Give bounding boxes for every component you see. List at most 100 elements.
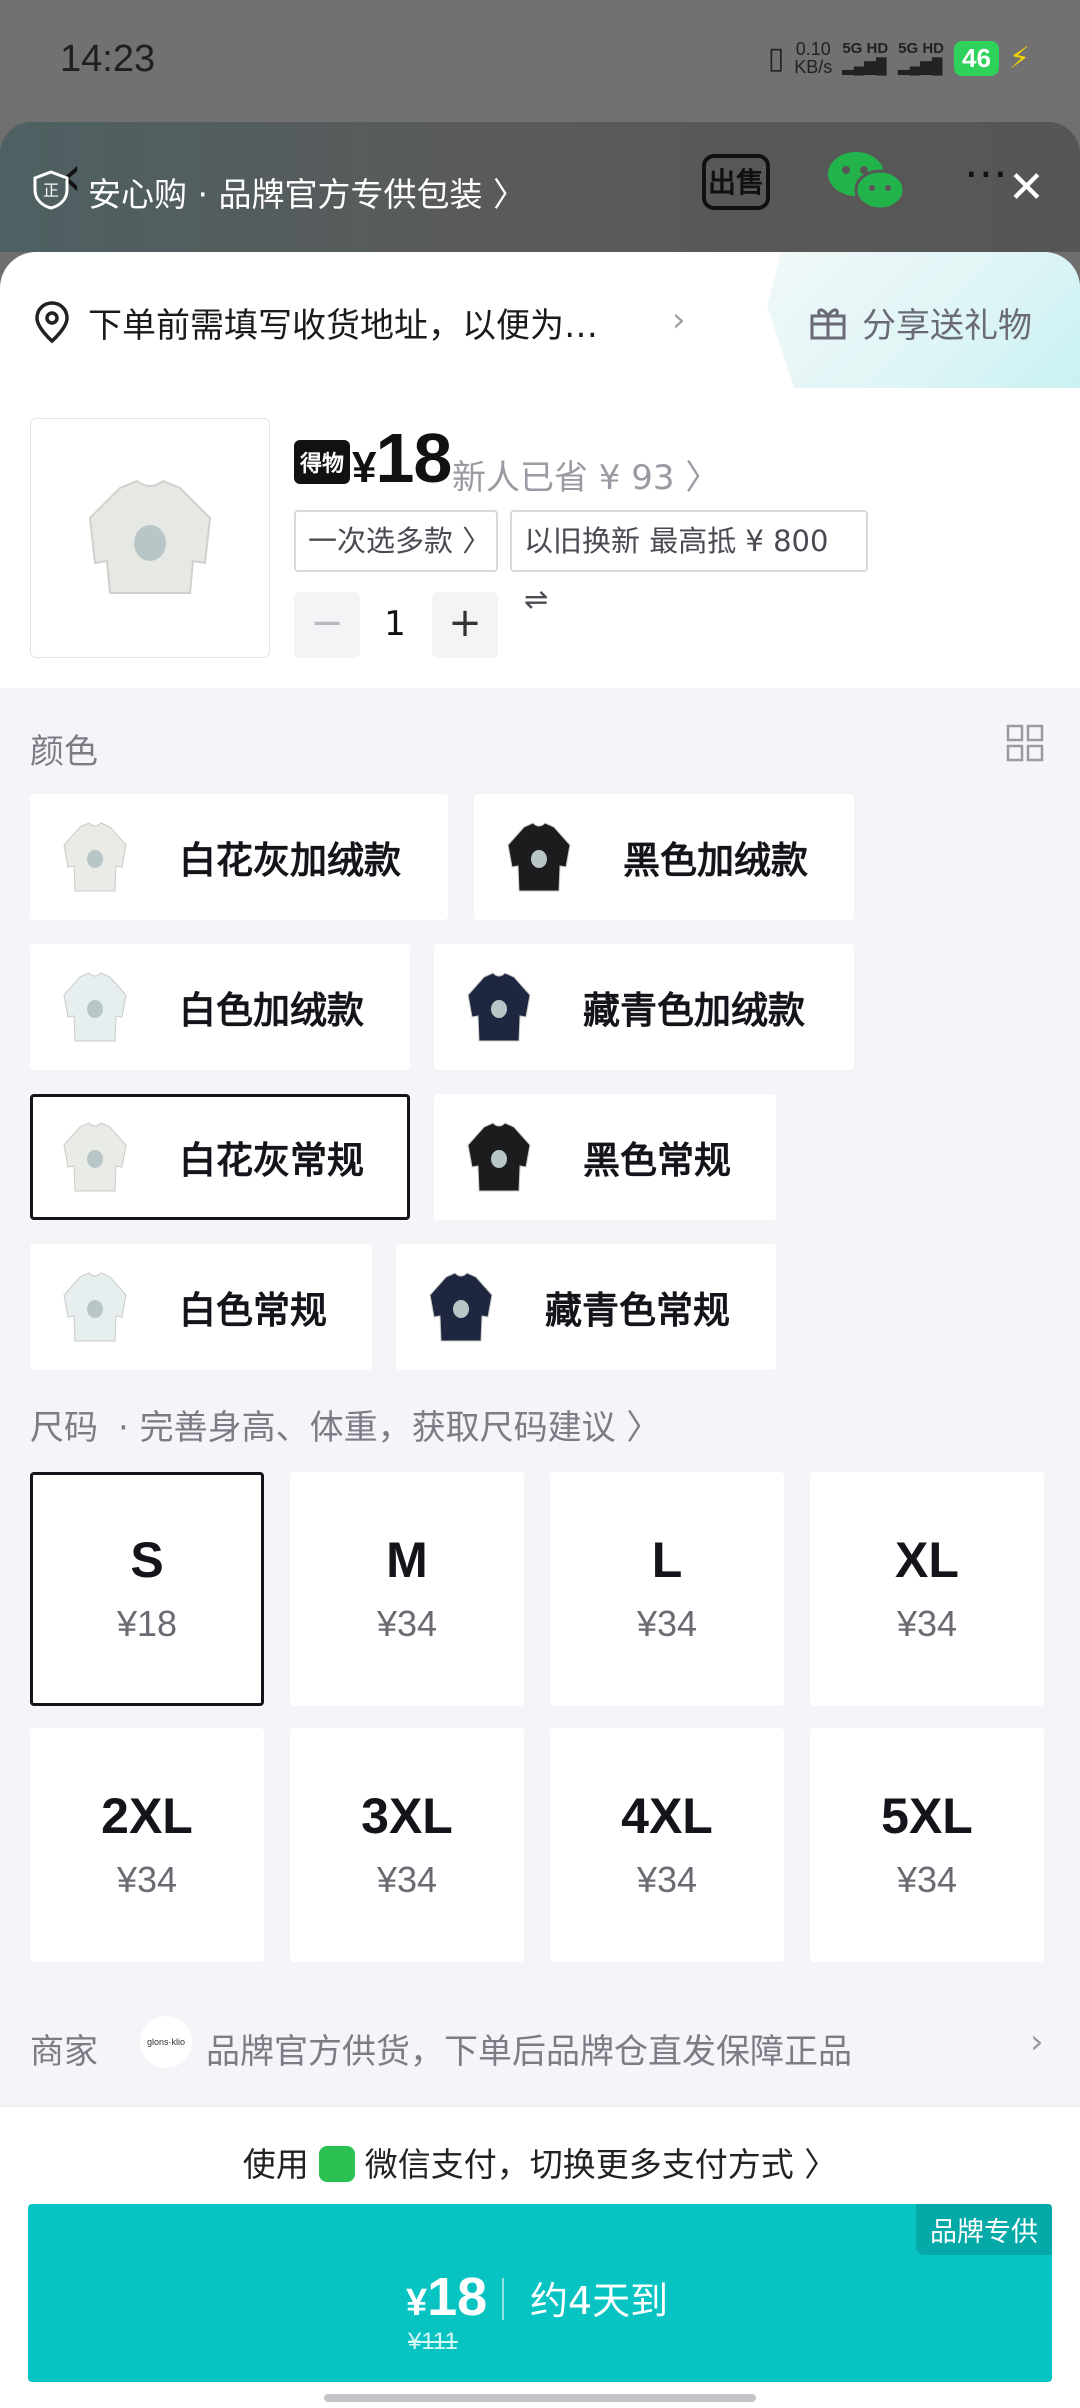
network-speed-value: 0.10 bbox=[795, 39, 831, 59]
size-price: ¥34 bbox=[376, 1603, 438, 1644]
signal-icon-2: 5G HD ▂▄▆█ bbox=[898, 40, 944, 75]
size-label: 3XL bbox=[361, 1788, 453, 1844]
sweatshirt-image bbox=[88, 479, 212, 594]
color-swatch-image bbox=[55, 962, 135, 1052]
address-prompt[interactable]: 下单前需填写收货地址，以便为… bbox=[88, 298, 598, 347]
size-label: S bbox=[130, 1532, 164, 1588]
color-option[interactable]: 白花灰常规 bbox=[30, 1094, 410, 1220]
signal-icon-1: 5G HD ▂▄▆█ bbox=[842, 40, 889, 75]
size-option[interactable]: 4XL ¥34 bbox=[550, 1728, 784, 1962]
dewu-badge: 得物 bbox=[294, 440, 351, 484]
quantity-increase-button[interactable]: + bbox=[432, 592, 498, 658]
size-option[interactable]: 2XL ¥34 bbox=[30, 1728, 264, 1962]
size-price: ¥34 bbox=[636, 1859, 698, 1900]
color-option-label: 白色加绒款 bbox=[179, 989, 364, 1032]
color-option[interactable]: 藏青色常规 bbox=[396, 1244, 776, 1370]
size-price: ¥34 bbox=[376, 1859, 438, 1900]
color-option-label: 黑色加绒款 bbox=[623, 839, 808, 882]
color-option[interactable]: 白花灰加绒款 bbox=[30, 794, 448, 920]
status-time: 14:23 bbox=[60, 38, 156, 80]
buy-currency: ¥ bbox=[406, 2282, 428, 2324]
seller-logo: glons·klio bbox=[140, 2016, 192, 2068]
signal-label-1: 5G HD bbox=[842, 40, 889, 57]
charging-icon: ⚡ bbox=[1008, 40, 1030, 76]
network-speed-unit: KB/s bbox=[794, 57, 833, 77]
size-section-label: 尺码 bbox=[30, 1408, 98, 1448]
payment-method-text: 微信支付，切换更多支付方式 〉 bbox=[364, 2145, 838, 2184]
size-label: 5XL bbox=[881, 1788, 973, 1844]
buy-button[interactable]: 品牌专供 ¥18 ¥111 约4天到 bbox=[28, 2204, 1052, 2382]
signal-label-2: 5G HD bbox=[898, 40, 944, 57]
gift-icon bbox=[810, 308, 846, 340]
header-title-link[interactable]: 安心购 · 品牌官方专供包装 〉 bbox=[88, 168, 526, 216]
size-option[interactable]: 5XL ¥34 bbox=[810, 1728, 1044, 1962]
divider bbox=[502, 2278, 504, 2320]
chevron-right-icon: › bbox=[672, 300, 686, 340]
color-option-label: 白花灰加绒款 bbox=[179, 839, 401, 882]
size-label: 4XL bbox=[621, 1788, 713, 1844]
size-option[interactable]: S ¥18 bbox=[30, 1472, 264, 1706]
original-price: ¥111 bbox=[408, 2328, 458, 2355]
chevron-right-icon: › bbox=[1030, 2022, 1044, 2062]
delivery-eta: 约4天到 bbox=[530, 2279, 669, 2323]
color-option-label: 白色常规 bbox=[179, 1289, 327, 1332]
color-option-label: 白花灰常规 bbox=[179, 1139, 364, 1182]
size-price: ¥34 bbox=[636, 1603, 698, 1644]
color-option[interactable]: 白色加绒款 bbox=[30, 944, 410, 1070]
payment-prefix: 使用 bbox=[242, 2145, 309, 2184]
svg-text:正: 正 bbox=[43, 181, 59, 200]
price-value: 18 bbox=[375, 419, 452, 497]
color-swatch-image bbox=[421, 1262, 501, 1352]
price-currency: ¥ bbox=[352, 443, 377, 492]
color-swatch-image bbox=[499, 812, 579, 902]
sell-icon-label: 出售 bbox=[708, 166, 764, 199]
wechat-share-icon[interactable] bbox=[826, 146, 906, 216]
size-option[interactable]: 3XL ¥34 bbox=[290, 1728, 524, 1962]
wechat-pay-icon bbox=[318, 2145, 355, 2182]
color-swatch-image bbox=[55, 1112, 135, 1202]
payment-method-row[interactable]: 使用 微信支付，切换更多支付方式 〉 bbox=[0, 2138, 1080, 2186]
color-swatch-image bbox=[55, 1262, 135, 1352]
status-indicators: ▯ 0.10 KB/s 5G HD ▂▄▆█ 5G HD ▂▄▆█ 46 ⚡ bbox=[768, 40, 1030, 76]
color-option-label: 藏青色加绒款 bbox=[583, 989, 805, 1032]
location-pin-icon bbox=[35, 301, 69, 344]
home-indicator[interactable] bbox=[324, 2394, 756, 2402]
color-option[interactable]: 藏青色加绒款 bbox=[434, 944, 854, 1070]
color-option[interactable]: 黑色加绒款 bbox=[474, 794, 854, 920]
close-icon[interactable]: ✕ bbox=[1008, 162, 1045, 213]
grid-view-icon[interactable] bbox=[1006, 724, 1044, 762]
color-swatch-image bbox=[459, 962, 539, 1052]
color-option[interactable]: 黑色常规 bbox=[434, 1094, 776, 1220]
size-label: 2XL bbox=[101, 1788, 193, 1844]
quantity-value: 1 bbox=[384, 604, 406, 644]
sell-icon[interactable]: 出售 bbox=[700, 146, 772, 218]
size-price: ¥18 bbox=[116, 1603, 178, 1644]
shield-icon: 正 bbox=[33, 170, 69, 210]
trade-in-tag[interactable]: 以旧换新 最高抵 ¥ 800 ⇌ bbox=[510, 510, 868, 616]
color-option-label: 藏青色常规 bbox=[545, 1289, 730, 1332]
status-bar: 14:23 ▯ 0.10 KB/s 5G HD ▂▄▆█ 5G HD ▂▄▆█ 46… bbox=[0, 0, 1080, 122]
brand-exclusive-badge: 品牌专供 bbox=[916, 2204, 1052, 2255]
buy-price: ¥18 bbox=[406, 2266, 487, 2328]
quantity-decrease-button[interactable]: − bbox=[294, 592, 360, 658]
size-option[interactable]: L ¥34 bbox=[550, 1472, 784, 1706]
more-icon[interactable]: ⋯ bbox=[964, 148, 1012, 199]
size-label: M bbox=[386, 1532, 428, 1588]
network-speed: 0.10 KB/s bbox=[794, 40, 832, 76]
seller-label: 商家 bbox=[30, 2032, 98, 2072]
size-option[interactable]: XL ¥34 bbox=[810, 1472, 1044, 1706]
color-section-label: 颜色 bbox=[30, 732, 98, 772]
multi-select-tag[interactable]: 一次选多款 〉 bbox=[294, 510, 498, 572]
color-option-label: 黑色常规 bbox=[583, 1139, 731, 1182]
size-option[interactable]: M ¥34 bbox=[290, 1472, 524, 1706]
size-label: XL bbox=[895, 1532, 959, 1588]
size-label: L bbox=[651, 1532, 683, 1588]
color-option[interactable]: 白色常规 bbox=[30, 1244, 372, 1370]
seller-description[interactable]: 品牌官方供货，下单后品牌仓直发保障正品 bbox=[206, 2024, 852, 2073]
size-advice-link[interactable]: · 完善身高、体重，获取尺码建议 〉 bbox=[118, 1400, 660, 1449]
share-gift-button[interactable]: 分享送礼物 bbox=[862, 298, 1032, 347]
color-swatch-image bbox=[55, 812, 135, 902]
size-price: ¥34 bbox=[896, 1859, 958, 1900]
product-thumbnail[interactable] bbox=[30, 418, 270, 658]
newcomer-saved-link[interactable]: 新人已省 ¥ 93 〉 bbox=[452, 450, 719, 499]
